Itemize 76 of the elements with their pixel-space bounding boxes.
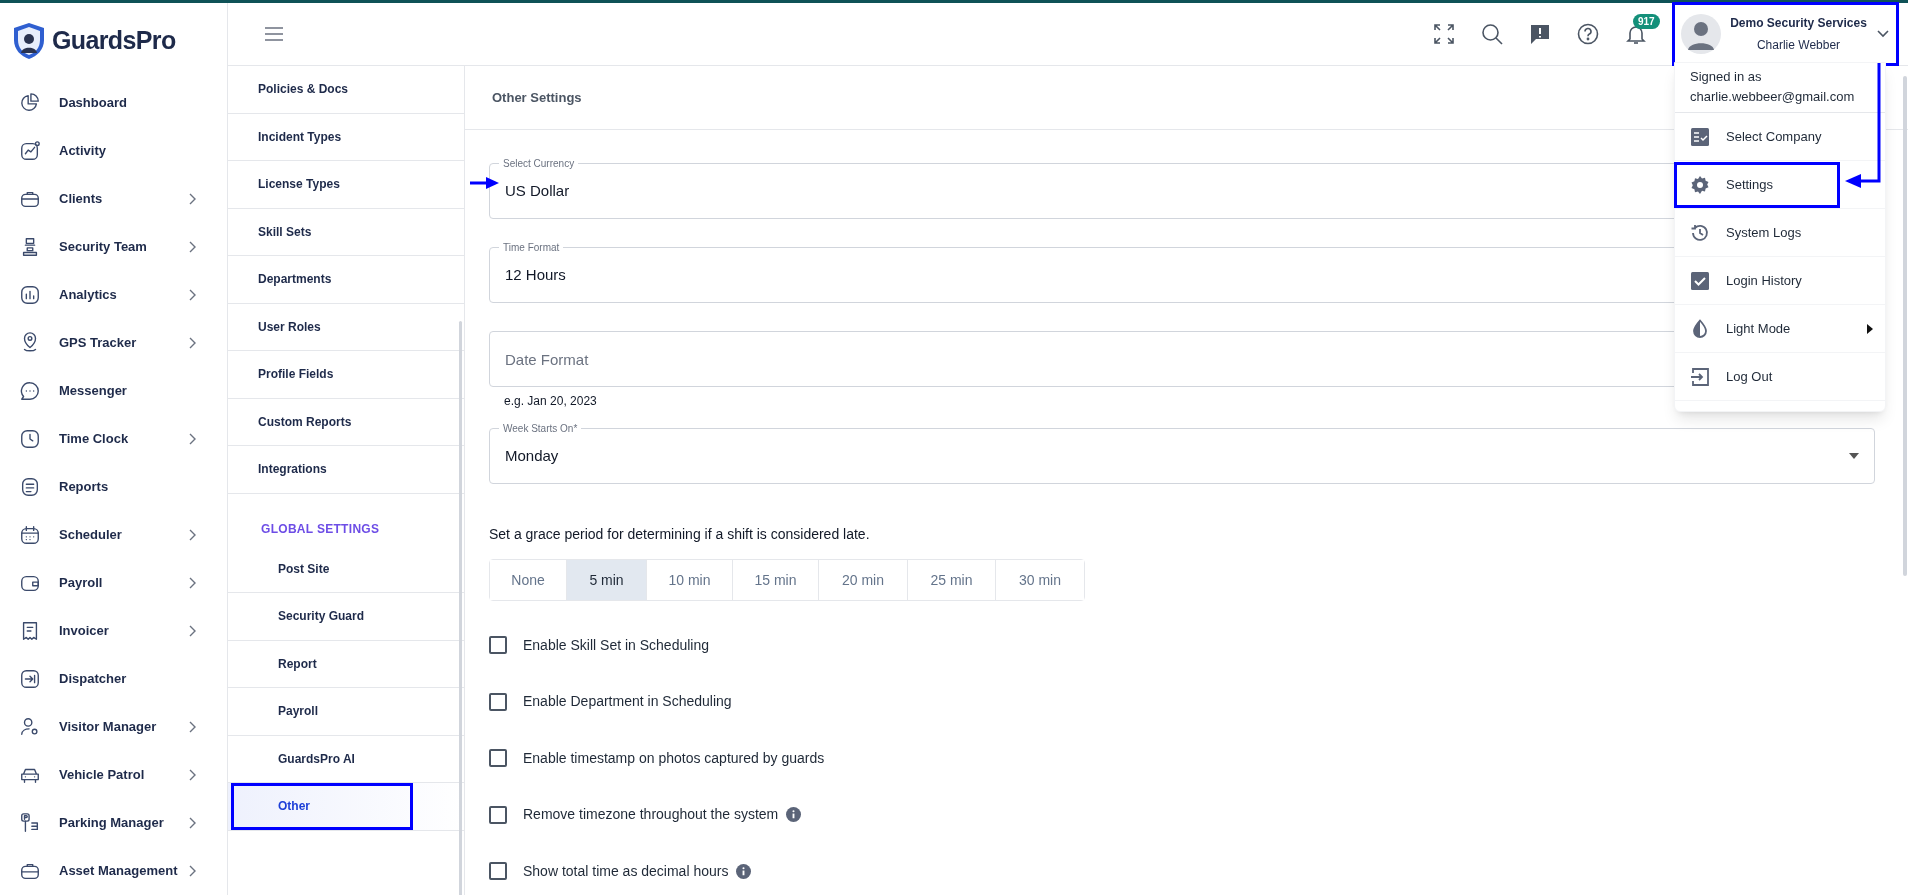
clock-icon	[19, 428, 41, 450]
sidebar-item[interactable]: Dispatcher	[0, 655, 227, 703]
grace-option[interactable]: 5 min	[566, 560, 646, 600]
settings-icon	[1690, 174, 1710, 195]
checkbox[interactable]	[489, 805, 507, 824]
sidebar-item[interactable]: Scheduler	[0, 511, 227, 559]
shield-logo-icon	[12, 22, 46, 60]
arrow-into-box-icon	[19, 668, 41, 690]
sidebar-item[interactable]: Reports	[0, 463, 227, 511]
scrollbar[interactable]	[1903, 76, 1907, 576]
company-name: Demo Security Services	[1730, 15, 1867, 32]
document-icon	[19, 476, 41, 498]
checkbox[interactable]	[489, 749, 507, 768]
sidebar-item[interactable]: Dashboard	[0, 79, 227, 127]
checkbox[interactable]	[489, 692, 507, 711]
field-hint: e.g. Jan 20, 2023	[503, 393, 598, 410]
sidebar-item[interactable]: Clients	[0, 175, 227, 223]
notification-count: 917	[1633, 14, 1660, 29]
scrollbar[interactable]	[459, 321, 462, 895]
pie-chart-icon	[19, 92, 41, 114]
sidebar-item[interactable]: Messenger	[0, 367, 227, 415]
settings-nav-item[interactable]: Policies & Docs	[228, 66, 464, 114]
sidebar-item[interactable]: Asset Management	[0, 847, 227, 895]
menu-item[interactable]: Select Company	[1677, 116, 1883, 157]
sidebar-item[interactable]: Time Clock	[0, 415, 227, 463]
sidebar-item[interactable]: Activity	[0, 127, 227, 175]
sidebar-item[interactable]: GPS Tracker	[0, 319, 227, 367]
pointer-arrow	[470, 176, 500, 190]
user-name: Charlie Webber	[1756, 37, 1841, 54]
checkbox-label: Enable timestamp on photos captured by guards	[523, 748, 825, 768]
menu-item[interactable]: Settings	[1677, 164, 1837, 205]
checkbox-label: Show total time as decimal hours	[523, 861, 729, 881]
sidebar-item[interactable]: Visitor Manager	[0, 703, 227, 751]
checklist-icon	[1690, 126, 1710, 147]
field-label: Select Currency	[499, 156, 579, 171]
history-icon	[1690, 222, 1710, 243]
checkbox[interactable]	[489, 636, 507, 655]
chat-bubble-icon	[19, 380, 41, 402]
signed-in-label: Signed in as	[1690, 68, 1763, 86]
info-icon[interactable]	[786, 807, 802, 823]
grace-period-prompt: Set a grace period for determining if a shift is considered late.	[489, 525, 871, 544]
sidebar-item[interactable]: Invoicer	[0, 607, 227, 655]
avatar-icon	[1681, 14, 1721, 54]
checkbox-label: Remove timezone throughout the system	[523, 805, 779, 825]
sidebar-item[interactable]: Security Team	[0, 223, 227, 271]
panel-title: Other Settings	[492, 88, 582, 107]
group-heading: GLOBAL SETTINGS	[261, 520, 380, 538]
sidebar-item[interactable]: Analytics	[0, 271, 227, 319]
sidebar-item[interactable]: Vehicle Patrol	[0, 751, 227, 799]
chevron-down-icon[interactable]	[1876, 29, 1890, 39]
checkbox-label: Enable Department in Scheduling	[523, 692, 732, 712]
calendar-icon	[19, 524, 41, 546]
bar-chart-icon	[19, 284, 41, 306]
menu-icon[interactable]	[264, 26, 284, 42]
checkbox-label: Enable Skill Set in Scheduling	[523, 635, 709, 655]
logout-icon	[1690, 366, 1710, 387]
user-email: charlie.webbeer@gmail.com	[1690, 87, 1856, 106]
sidebar-item[interactable]: Payroll	[0, 559, 227, 607]
fullscreen-icon[interactable]	[1433, 23, 1455, 45]
grace-option[interactable]: 30 min	[995, 560, 1084, 600]
parking-sign-icon	[19, 812, 41, 834]
settings-nav-item[interactable]: Skill Sets	[228, 208, 464, 256]
dropdown-caret-icon	[1849, 453, 1859, 459]
checkbox[interactable]	[489, 862, 507, 881]
profile-button[interactable]: Demo Security Services Charlie Webber	[1675, 5, 1896, 63]
settings-nav-item[interactable]: License Types	[228, 161, 464, 209]
contrast-drop-icon	[1690, 318, 1710, 339]
feedback-icon[interactable]	[1529, 23, 1551, 45]
checkbox-icon	[1690, 270, 1710, 291]
sidebar-item[interactable]: Parking Manager	[0, 799, 227, 847]
search-icon[interactable]	[1481, 23, 1503, 45]
settings-nav-item[interactable]: Incident Types	[228, 113, 464, 161]
settings-nav-item[interactable]: Departments	[228, 256, 464, 304]
help-icon[interactable]	[1577, 23, 1599, 45]
info-icon[interactable]	[736, 863, 752, 879]
brand-name: GuardsPro	[52, 25, 176, 57]
